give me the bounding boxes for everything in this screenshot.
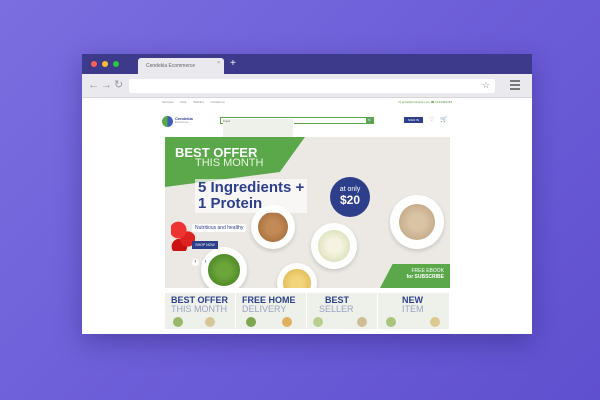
category-food-image	[246, 317, 256, 327]
tofu-bowl-image	[311, 223, 357, 269]
category-card-new-item[interactable]: NEW ITEM	[378, 293, 450, 329]
address-bar[interactable]: ☆	[129, 79, 495, 93]
minimize-window-button[interactable]	[102, 61, 108, 67]
category-card-free-delivery[interactable]: FREE HOME DELIVERY	[236, 293, 307, 329]
sign-in-button[interactable]: SIGN IN	[404, 117, 423, 123]
browser-toolbar: ← → ↻ ☆	[82, 74, 532, 98]
logo-icon[interactable]	[162, 116, 173, 127]
category-subtitle: SELLER	[319, 304, 354, 314]
heart-icon[interactable]: ♡	[429, 116, 434, 123]
category-subtitle: THIS MONTH	[171, 304, 227, 314]
forward-arrow-icon[interactable]: →	[101, 79, 112, 91]
maximize-window-button[interactable]	[113, 61, 119, 67]
hero-subtitle: Nutritious and healthy	[192, 224, 247, 232]
reload-icon[interactable]: ↻	[114, 79, 123, 91]
category-food-image	[205, 317, 215, 327]
browser-menu-icon[interactable]	[510, 80, 520, 92]
top-link-faq[interactable]: FAQ	[180, 100, 186, 104]
ebook-line2: for SUBSCRIBE	[406, 274, 444, 280]
broccoli-bowl-image	[201, 247, 247, 288]
hero-headline-line2: 1 Protein	[198, 195, 263, 212]
category-row: BEST OFFER THIS MONTH FREE HOME DELIVERY…	[165, 293, 450, 329]
browser-tab[interactable]: Cendekia Ecommerce ×	[138, 58, 224, 74]
new-tab-button[interactable]: +	[230, 58, 236, 70]
shop-now-button[interactable]: SHOP NOW	[192, 241, 218, 249]
price-badge-label: at only	[339, 186, 361, 193]
hero-offer-line2: THIS MONTH	[195, 157, 264, 169]
tab-title: Cendekia Ecommerce	[146, 63, 196, 69]
hero-headline: 5 Ingredients + 1 Protein	[195, 179, 308, 213]
category-card-best-seller[interactable]: BEST SELLER	[307, 293, 378, 329]
pasta-bowl-image	[277, 263, 317, 288]
search-icon: 🔍	[367, 118, 373, 123]
carousel-prev-icon[interactable]: ‹	[192, 259, 199, 266]
price-badge: at only $20	[330, 177, 370, 217]
bookmark-star-icon[interactable]: ☆	[482, 80, 490, 91]
quinoa-bowl-image	[390, 195, 444, 249]
carousel-next-icon[interactable]: ›	[202, 259, 209, 266]
site-header: Cendekia Ecommerce Food 🔍 SIGN IN ♡ 🛒	[162, 114, 452, 155]
category-food-image	[313, 317, 323, 327]
hero-banner: BEST OFFER THIS MONTH 5 Ingredients + 1 …	[165, 137, 450, 288]
price-badge-value: $20	[339, 193, 361, 207]
top-link-wishlist[interactable]: Wishlist	[193, 100, 203, 104]
top-link-contact[interactable]: Contact us	[210, 100, 224, 104]
category-subtitle: ITEM	[402, 304, 424, 314]
contact-info: ✉ email@example.com ☎ 0123456789	[398, 100, 453, 104]
category-food-image	[386, 317, 396, 327]
browser-window: Cendekia Ecommerce × + ← → ↻ ☆ Services …	[82, 54, 532, 334]
hero-headline-line1: 5 Ingredients +	[198, 179, 305, 196]
category-food-image	[357, 317, 367, 327]
top-strip: Services FAQ Wishlist Contact us ✉ email…	[162, 100, 452, 108]
carousel-controls: ‹ ›	[192, 259, 212, 266]
search-button[interactable]: 🔍	[366, 117, 374, 124]
category-food-image	[173, 317, 183, 327]
search-input[interactable]: Food 🔍	[220, 117, 374, 155]
cart-icon[interactable]: 🛒	[440, 116, 447, 123]
back-arrow-icon[interactable]: ←	[88, 79, 99, 91]
logo-subtitle: Ecommerce	[175, 121, 189, 124]
category-subtitle: DELIVERY	[242, 304, 287, 314]
title-bar: Cendekia Ecommerce × +	[82, 54, 532, 74]
close-window-button[interactable]	[91, 61, 97, 67]
category-food-image	[430, 317, 440, 327]
tab-close-icon[interactable]: ×	[217, 60, 220, 66]
free-ebook-banner[interactable]: FREE EBOOK for SUBSCRIBE	[380, 264, 450, 288]
category-card-best-offer[interactable]: BEST OFFER THIS MONTH	[165, 293, 236, 329]
top-link-services[interactable]: Services	[162, 100, 174, 104]
logo-text[interactable]: Cendekia Ecommerce	[175, 117, 193, 125]
category-food-image	[282, 317, 292, 327]
web-page: Services FAQ Wishlist Contact us ✉ email…	[82, 98, 532, 334]
